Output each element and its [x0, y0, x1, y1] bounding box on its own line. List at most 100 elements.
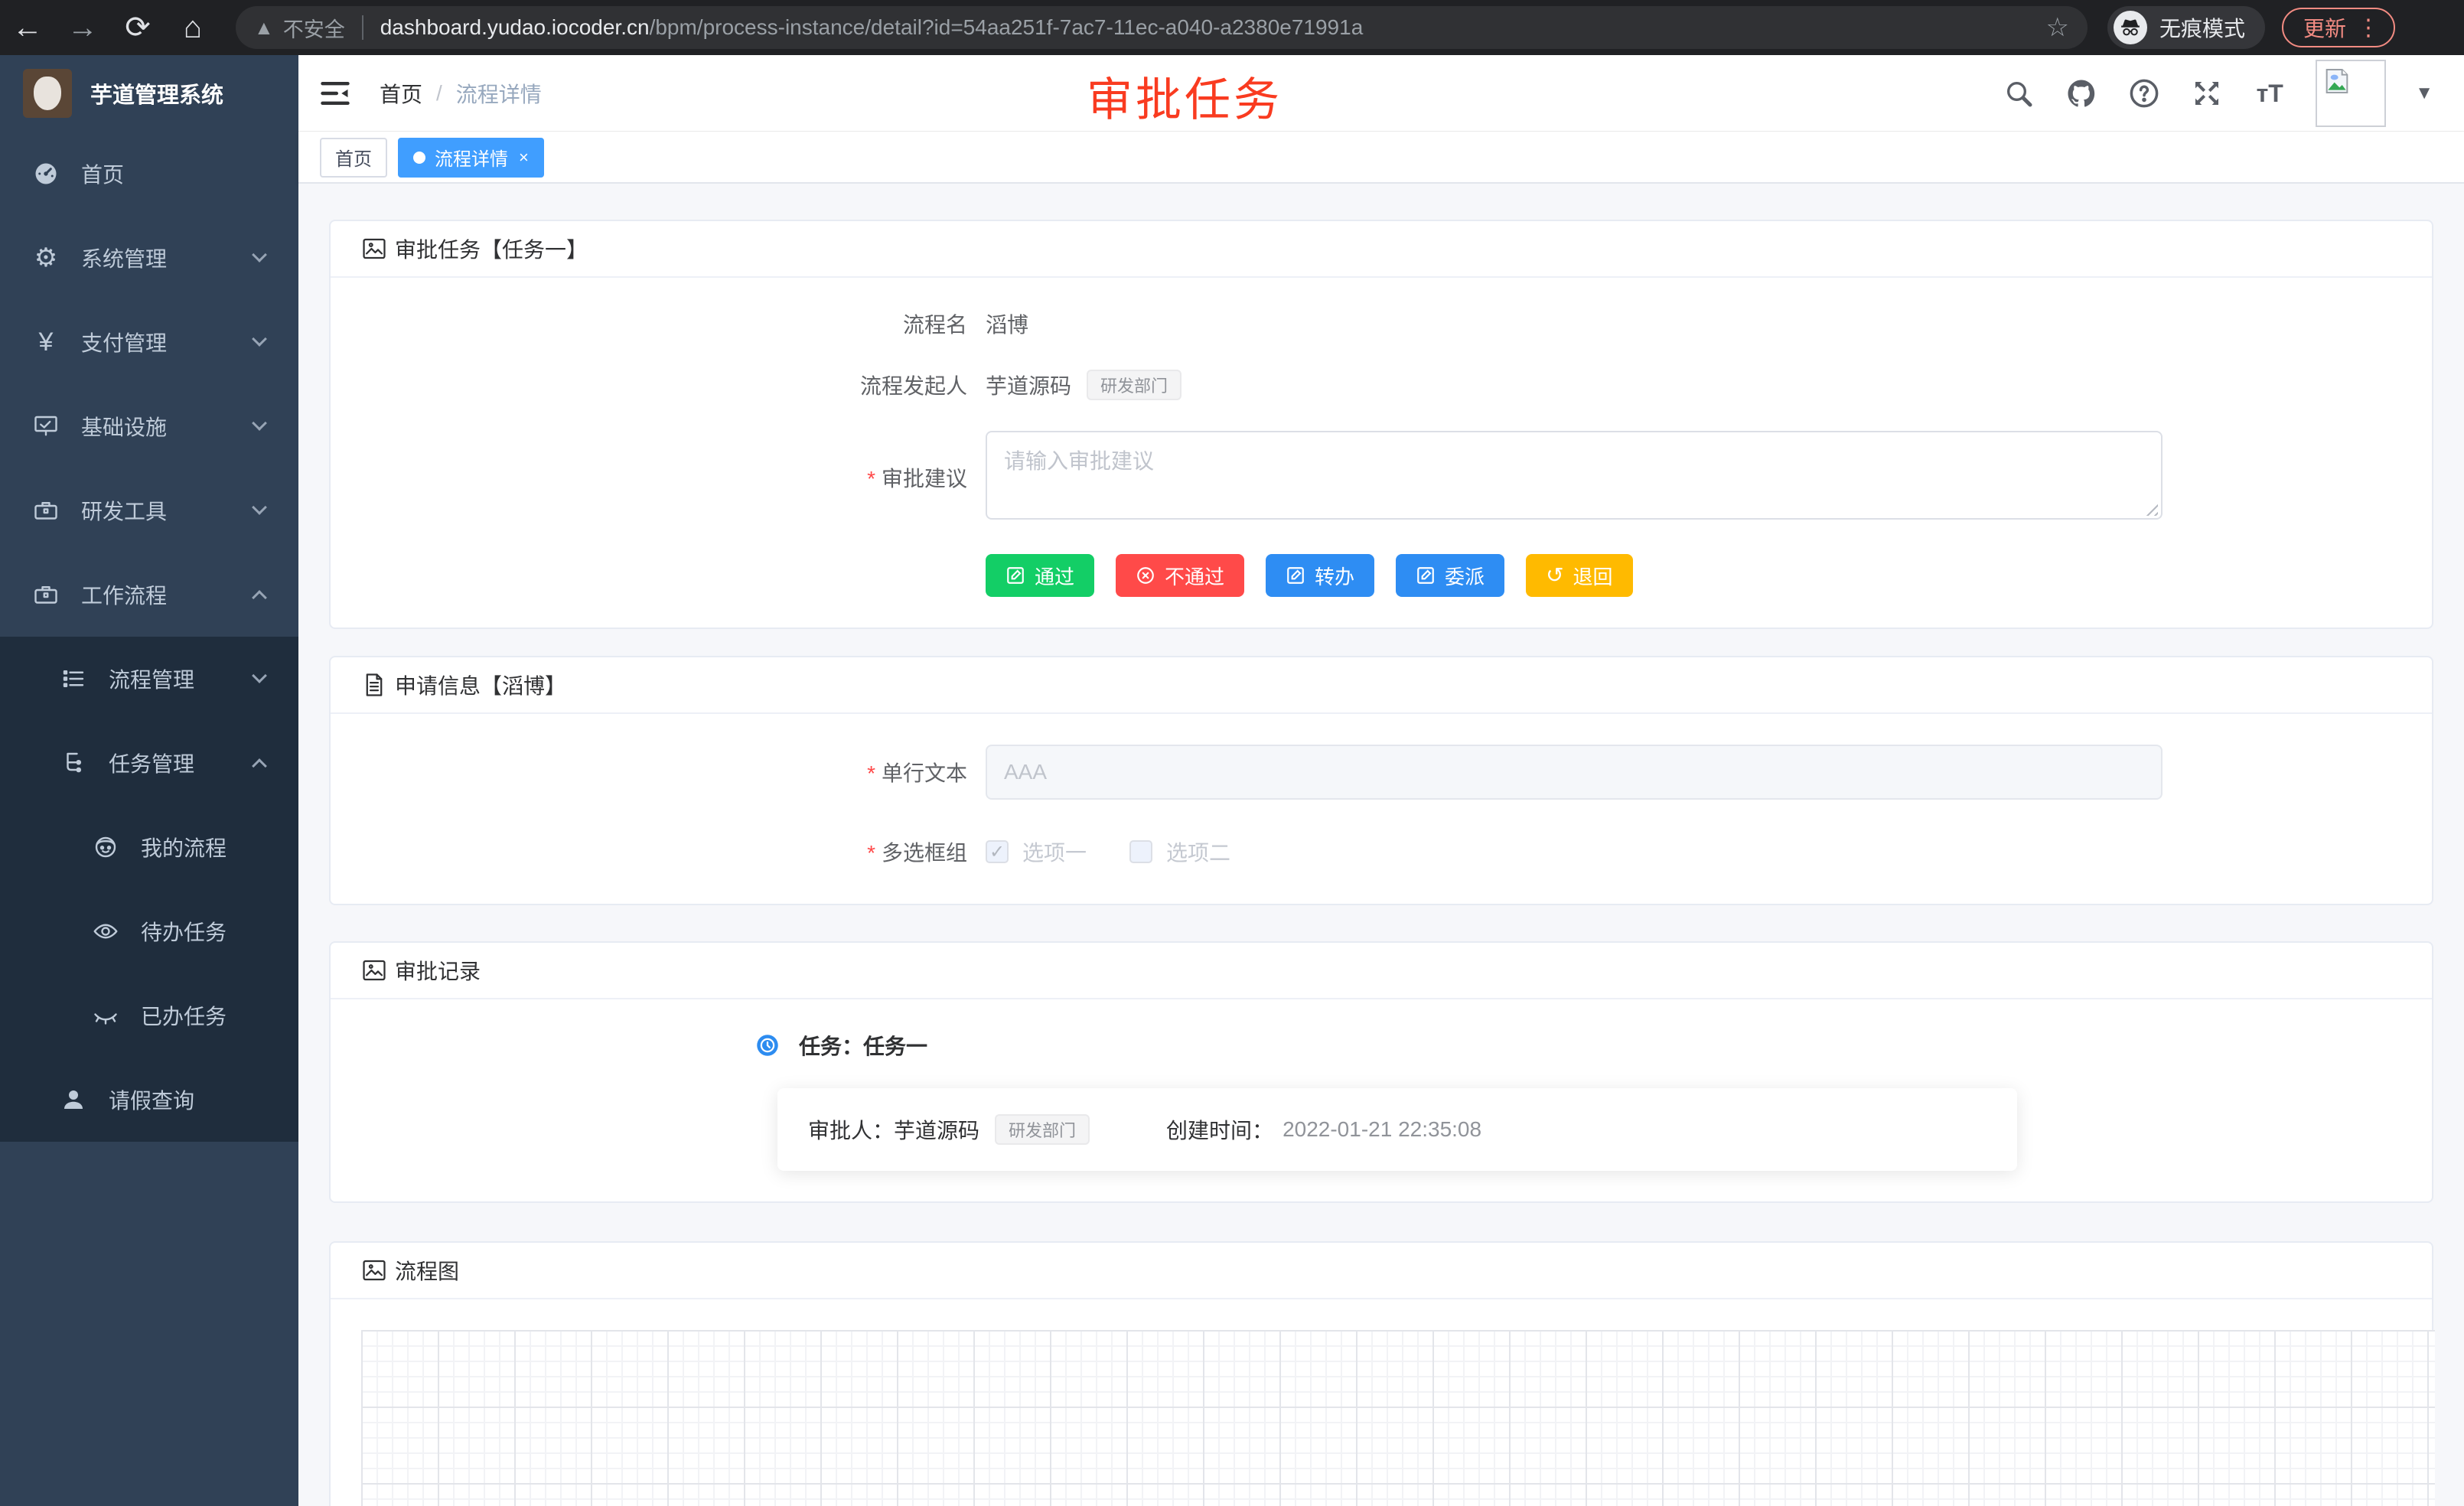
- github-icon[interactable]: [2065, 77, 2098, 110]
- avatar[interactable]: [2316, 60, 2386, 127]
- circle-close-icon: [1136, 566, 1155, 585]
- return-icon: ↺: [1546, 565, 1563, 586]
- checkbox-option-2: 选项二: [1129, 836, 1230, 867]
- tab-home[interactable]: 首页: [320, 138, 387, 178]
- approver-label: 审批人：: [808, 1114, 894, 1145]
- breadcrumb: 首页 / 流程详情: [380, 78, 542, 109]
- sidebar-toggle-icon[interactable]: [318, 77, 352, 110]
- broken-image-icon: [2322, 66, 2352, 96]
- button-label: 通过: [1035, 562, 1074, 590]
- sidebar-item-workflow[interactable]: 工作流程: [0, 553, 298, 637]
- font-size-icon[interactable]: тT: [2253, 77, 2286, 110]
- approve-task-card: 审批任务【任务一】 流程名 滔博 流程发起人 芋道源码 研发部门 审批建议: [329, 220, 2433, 629]
- browser-home-icon[interactable]: ⌂: [165, 6, 220, 49]
- card-title: 审批任务【任务一】: [395, 233, 588, 264]
- sidebar-item-infra[interactable]: 基础设施: [0, 384, 298, 468]
- checkbox-group-label: 多选框组: [361, 836, 986, 867]
- sidebar-item-my-process[interactable]: 我的流程: [0, 805, 298, 889]
- card-title: 流程图: [395, 1255, 459, 1286]
- approve-task-card-header: 审批任务【任务一】: [331, 221, 2432, 278]
- sidebar-item-label: 待办任务: [141, 916, 227, 947]
- fullscreen-icon[interactable]: [2190, 77, 2224, 110]
- process-diagram-card-header: 流程图: [331, 1243, 2432, 1299]
- sidebar-item-label: 首页: [81, 158, 124, 189]
- eye-open-icon: [90, 916, 121, 947]
- sidebar-item-devtools[interactable]: 研发工具: [0, 468, 298, 553]
- bookmark-star-icon[interactable]: ☆: [2046, 12, 2069, 43]
- button-label: 不通过: [1165, 562, 1224, 590]
- transfer-button[interactable]: 转办: [1266, 554, 1374, 597]
- tab-label: 首页: [335, 144, 372, 171]
- sidebar-item-task-mgmt[interactable]: 任务管理: [0, 721, 298, 805]
- chevron-down-icon: [252, 331, 267, 347]
- sidebar-item-label: 支付管理: [81, 327, 167, 357]
- tab-process-detail[interactable]: 流程详情 ×: [398, 138, 544, 178]
- sidebar-item-label: 工作流程: [81, 579, 167, 610]
- breadcrumb-home[interactable]: 首页: [380, 78, 422, 109]
- help-icon[interactable]: [2127, 77, 2161, 110]
- checkbox-group-row: 多选框组 ✓ 选项一 选项二: [361, 830, 2401, 873]
- edit-icon: [1416, 566, 1436, 585]
- suggest-row: 审批建议: [361, 431, 2401, 523]
- address-bar[interactable]: ▲ 不安全 dashboard.yudao.iocoder.cn /bpm/pr…: [236, 6, 2088, 49]
- picture-icon: [361, 236, 387, 262]
- single-text-label: 单行文本: [361, 757, 986, 787]
- created-time-label: 创建时间：: [1166, 1114, 1273, 1145]
- return-button[interactable]: ↺ 退回: [1526, 554, 1632, 597]
- sidebar-item-label: 系统管理: [81, 243, 167, 273]
- briefcase-icon: [31, 579, 61, 610]
- sidebar-item-label: 流程管理: [109, 663, 194, 694]
- breadcrumb-current: 流程详情: [456, 78, 542, 109]
- approval-record-card-header: 审批记录: [331, 943, 2432, 999]
- card-title: 申请信息【滔博】: [395, 670, 566, 700]
- approve-button[interactable]: 通过: [986, 554, 1094, 597]
- chrome-menu-icon[interactable]: ⋮: [2357, 15, 2380, 41]
- chrome-update-button[interactable]: 更新 ⋮: [2282, 8, 2395, 47]
- apply-info-card: 申请信息【滔博】 单行文本 多选框组 ✓ 选项一: [329, 656, 2433, 905]
- tags-view-bar: 首页 流程详情 ×: [298, 132, 2464, 184]
- process-name-value: 滔博: [986, 308, 1028, 339]
- browser-back-icon[interactable]: ←: [0, 6, 55, 49]
- header-actions: тT ▼: [2002, 55, 2433, 132]
- search-icon[interactable]: [2002, 77, 2035, 110]
- chevron-up-icon: [252, 758, 267, 774]
- sidebar-item-process-mgmt[interactable]: 流程管理: [0, 637, 298, 721]
- annotation-text: 审批任务: [1087, 63, 1283, 129]
- process-name-row: 流程名 滔博: [361, 308, 2401, 339]
- sidebar-item-payment[interactable]: ¥ 支付管理: [0, 300, 298, 384]
- browser-reload-icon[interactable]: ⟳: [110, 6, 165, 49]
- apply-info-card-header: 申请信息【滔博】: [331, 657, 2432, 714]
- approval-timeline: 任务：任务一 审批人： 芋道源码 研发部门 创建时间： 2022-01-21 2…: [756, 1030, 2401, 1171]
- workflow-submenu: 流程管理 任务管理 我的流程 待办任务: [0, 637, 298, 1142]
- single-text-input: [986, 745, 2163, 800]
- dashboard-icon: [31, 158, 61, 189]
- chevron-down-icon: [252, 247, 267, 262]
- bpmn-diagram-canvas[interactable]: [361, 1330, 2435, 1506]
- tab-close-icon[interactable]: ×: [519, 148, 529, 168]
- initiator-dept-tag: 研发部门: [1087, 370, 1181, 400]
- sidebar-item-home[interactable]: 首页: [0, 132, 298, 216]
- chevron-down-icon: [252, 668, 267, 683]
- gear-icon: ⚙: [31, 243, 61, 273]
- logo-image: [23, 69, 72, 118]
- suggest-textarea[interactable]: [986, 431, 2163, 520]
- checkbox-label: 选项二: [1166, 836, 1230, 867]
- checkbox-checked-icon: ✓: [986, 840, 1009, 863]
- avatar-caret-down-icon[interactable]: ▼: [2415, 83, 2433, 104]
- incognito-label: 无痕模式: [2159, 12, 2245, 43]
- sidebar-item-leave-query[interactable]: 请假查询: [0, 1058, 298, 1142]
- sidebar-item-done-tasks[interactable]: 已办任务: [0, 973, 298, 1058]
- approve-actions: 通过 不通过 转办 委派 ↺: [986, 554, 2401, 597]
- sidebar-item-system[interactable]: ⚙ 系统管理: [0, 216, 298, 300]
- checkbox-unchecked-icon: [1129, 840, 1152, 863]
- reject-button[interactable]: 不通过: [1116, 554, 1244, 597]
- delegate-button[interactable]: 委派: [1396, 554, 1504, 597]
- browser-forward-icon[interactable]: →: [55, 6, 110, 49]
- picture-icon: [361, 957, 387, 983]
- button-label: 转办: [1315, 562, 1354, 590]
- sidebar-item-todo-tasks[interactable]: 待办任务: [0, 889, 298, 973]
- main-content: 审批任务【任务一】 流程名 滔博 流程发起人 芋道源码 研发部门 审批建议: [298, 184, 2464, 1506]
- checkbox-option-1: ✓ 选项一: [986, 836, 1087, 867]
- initiator-label: 流程发起人: [361, 370, 986, 400]
- url-path: /bpm/process-instance/detail?id=54aa251f…: [650, 15, 2034, 40]
